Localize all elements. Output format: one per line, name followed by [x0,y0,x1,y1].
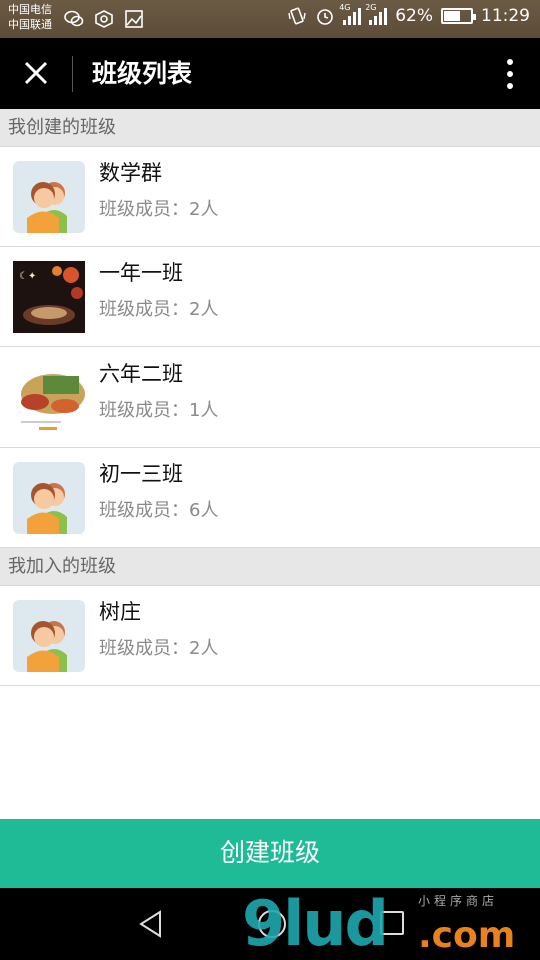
back-icon[interactable] [136,908,168,940]
default-avatar [13,161,85,233]
carrier-1: 中国电信 [8,3,52,16]
status-bar: 中国电信 中国联通 4G 2G 62% 11:29 [0,0,540,38]
close-icon[interactable] [14,54,58,94]
network-type-1: 4G [339,3,351,12]
title-divider [72,56,73,92]
default-avatar [13,600,85,672]
carrier-2: 中国联通 [8,18,52,31]
create-class-button[interactable]: 创建班级 [0,819,540,888]
list-item[interactable]: 六年二班 班级成员：1人 [0,348,540,448]
list-item[interactable]: 数学群 班级成员：2人 [0,147,540,247]
wechat-icon [64,10,84,27]
watermark: 9lud 小程序商店 .com [242,887,515,960]
list-item[interactable]: ☾✦ 一年一班 班级成员：2人 [0,247,540,347]
member-count: 班级成员：1人 [99,400,219,421]
watermark-main: 9lud [242,887,389,960]
class-name: 树庄 [99,600,141,624]
battery-percent: 62% [395,6,433,26]
default-avatar [13,462,85,534]
svg-text:☾✦: ☾✦ [19,271,36,282]
class-name: 初一三班 [99,462,183,486]
watermark-small: 小程序商店 [418,894,499,908]
class-name: 六年二班 [99,362,183,386]
list-item[interactable]: 初一三班 班级成员：6人 [0,448,540,548]
battery-icon [441,8,476,24]
section-header-joined: 我加入的班级 [0,548,540,586]
alarm-icon [317,9,334,25]
network-type-2: 2G [365,3,377,12]
class-name: 一年一班 [99,261,183,285]
clock: 11:29 [481,6,530,26]
section-header-created: 我创建的班级 [0,109,540,147]
list-item[interactable]: 树庄 班级成员：2人 [0,586,540,686]
target-icon [95,10,113,28]
photo-night-avatar: ☾✦ [13,261,85,333]
battery-fill [444,11,460,21]
page-title: 班级列表 [92,59,193,88]
member-count: 班级成员：2人 [99,199,219,220]
vibrate-icon [288,7,306,25]
carrier-info: 中国电信 中国联通 [8,2,52,32]
signal-icon: 4G [339,3,362,25]
image-icon [125,10,143,28]
title-bar: 班级列表 [0,38,540,109]
member-count: 班级成员：2人 [99,299,219,320]
photo-food-avatar [13,362,85,434]
member-count: 班级成员：2人 [99,638,219,659]
more-vertical-icon[interactable] [498,54,522,94]
watermark-suffix: .com [418,915,516,956]
class-name: 数学群 [99,161,162,185]
signal-icon: 2G [365,3,388,25]
member-count: 班级成员：6人 [99,500,219,521]
